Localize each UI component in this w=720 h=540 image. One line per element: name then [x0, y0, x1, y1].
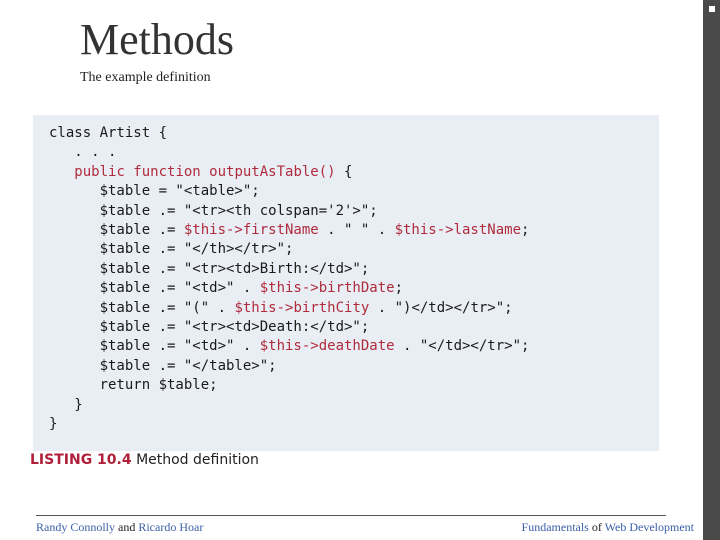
code-property-ref: $this->birthCity [234, 299, 370, 316]
footer-book-word-2: of [591, 520, 602, 534]
code-line: class Artist { [49, 125, 168, 141]
footer-book-title: Fundamentals of Web Development [522, 520, 694, 535]
code-panel: class Artist { . . . public function out… [33, 115, 659, 451]
footer-book-word-3: Web Development [604, 520, 694, 534]
code-line: } [49, 416, 58, 433]
code-line: $table .= "</table>"; [49, 357, 277, 374]
slide-edge-bar [703, 0, 720, 540]
listing-caption: LISTING 10.4 Method definition [30, 452, 259, 468]
code-keyword: public function outputAsTable() [74, 163, 336, 180]
footer-and: and [118, 520, 136, 534]
code-line: $table .= "<td>" . $this->deathDate . "<… [49, 338, 530, 355]
code-property-ref: $this->deathDate [259, 338, 395, 355]
code-line: $table .= $this->firstName . " " . $this… [49, 222, 530, 239]
code-line: $table .= "</th></tr>"; [49, 241, 294, 258]
code-property-ref: $this->birthDate [259, 280, 395, 297]
code-line: . . . [49, 144, 117, 161]
code-line: $table .= "<td>" . $this->birthDate; [49, 280, 404, 297]
listing-number: LISTING 10.4 [30, 452, 132, 468]
slide-title: Methods [80, 15, 234, 64]
code-property-ref: $this->firstName [183, 222, 319, 239]
code-block: class Artist { . . . public function out… [49, 124, 529, 435]
code-line: return $table; [49, 377, 218, 394]
footer-divider [36, 515, 666, 516]
footer-book-word-1: Fundamentals [521, 520, 589, 534]
code-line: $table .= "<tr><td>Birth:</td>"; [49, 260, 370, 277]
slide-subtitle: The example definition [80, 70, 211, 85]
footer-authors: Randy Connolly and Ricardo Hoar [36, 520, 203, 535]
code-property-ref: $this->lastName [394, 222, 522, 239]
slide-corner-mark [709, 6, 715, 12]
code-line: $table .= "<tr><th colspan='2'>"; [49, 202, 378, 219]
code-line: $table .= "(" . $this->birthCity . ")</t… [49, 299, 513, 316]
code-line: public function outputAsTable() { [74, 163, 353, 180]
footer-author-2: Ricardo Hoar [138, 520, 204, 534]
code-line: $table = "<table>"; [49, 183, 260, 200]
listing-title: Method definition [136, 452, 259, 468]
footer-author-1: Randy Connolly [36, 520, 116, 534]
code-line: } [49, 396, 83, 413]
code-line: $table .= "<tr><td>Death:</td>"; [49, 319, 370, 336]
code-listing-figure: class Artist { . . . public function out… [24, 106, 668, 476]
